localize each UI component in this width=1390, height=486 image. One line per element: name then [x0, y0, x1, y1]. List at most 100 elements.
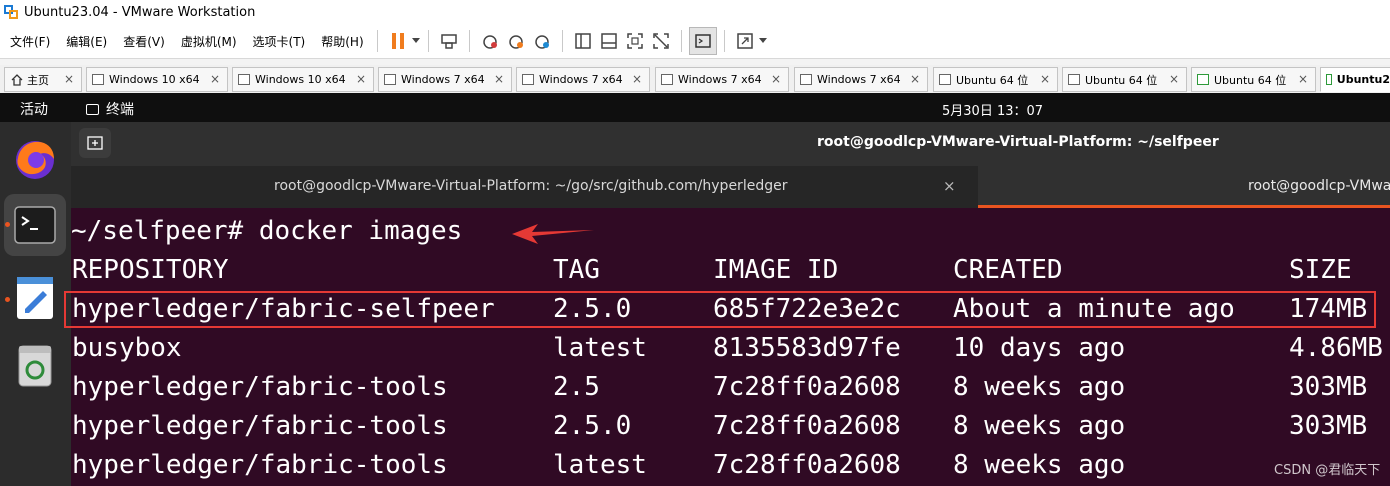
close-icon[interactable]: × — [494, 72, 504, 86]
tab-label: Windows 7 x64 — [678, 73, 762, 86]
stretch-icon[interactable] — [732, 28, 758, 54]
unity-icon[interactable] — [648, 28, 674, 54]
tab-vm[interactable]: Windows 10 x64 × — [86, 67, 228, 92]
text-editor-icon[interactable] — [4, 267, 66, 329]
terminal-icon[interactable] — [4, 194, 66, 256]
row-tag: 2.5.0 — [553, 411, 632, 441]
col-header-tag: TAG — [553, 255, 600, 285]
command-line: ~/selfpeer# docker images — [71, 216, 463, 246]
terminal-tab-label[interactable]: root@goodlcp-VMware-Virtual-Platform: ~/… — [274, 178, 787, 194]
home-icon — [11, 73, 23, 86]
close-icon[interactable]: × — [910, 72, 920, 86]
snapshot-icon[interactable] — [477, 28, 503, 54]
row-size: 303MB — [1289, 411, 1368, 441]
close-icon[interactable]: × — [210, 72, 220, 86]
sidebar-icon[interactable] — [570, 28, 596, 54]
toolbar-separator — [376, 30, 378, 52]
vm-icon — [661, 74, 673, 85]
dropdown-arrow-icon[interactable] — [758, 28, 768, 54]
trash-icon[interactable] — [4, 334, 66, 396]
close-icon[interactable]: × — [771, 72, 781, 86]
vm-icon — [1068, 74, 1080, 85]
dropdown-arrow-icon[interactable] — [411, 28, 421, 54]
annotation-arrow — [512, 224, 594, 244]
vm-icon — [939, 74, 951, 85]
tab-vm[interactable]: Ubuntu 64 位 × — [1062, 67, 1187, 92]
row-tag: latest — [553, 333, 647, 363]
row-tag: latest — [553, 450, 647, 480]
tab-vm[interactable]: Windows 7 x64 × — [655, 67, 789, 92]
row-image-id: 8135583d97fe — [713, 333, 901, 363]
app-name: 终端 — [106, 102, 134, 118]
row-image-id: 7c28ff0a2608 — [713, 372, 901, 402]
terminal-tab-active[interactable]: root@goodlcp-VMware-Virtual-Platform: ~/… — [978, 166, 1390, 208]
close-icon[interactable]: × — [1169, 72, 1179, 86]
firefox-icon[interactable] — [4, 128, 66, 190]
ubuntu-top-panel: 活动 终端 5月30日 13：07 — [0, 93, 1390, 122]
close-icon[interactable]: × — [1040, 72, 1050, 86]
manage-snapshots-icon[interactable] — [529, 28, 555, 54]
vmware-logo-icon — [4, 5, 18, 19]
tab-label: Ubuntu 64 位 — [1085, 73, 1158, 87]
vm-icon — [522, 74, 534, 85]
vm-running-icon — [1326, 74, 1332, 85]
tab-label: Ubuntu2 — [1336, 73, 1390, 86]
tab-label: Windows 7 x64 — [539, 73, 623, 86]
tab-vm[interactable]: Windows 10 x64 × — [232, 67, 374, 92]
menu-tabs[interactable]: 选项卡(T) — [247, 33, 312, 50]
close-icon[interactable]: × — [1298, 72, 1308, 86]
row-repository: hyperledger/fabric-tools — [72, 411, 448, 441]
vm-icon — [800, 74, 812, 85]
menu-view[interactable]: 查看(V) — [117, 33, 171, 50]
row-created: 8 weeks ago — [953, 450, 1126, 480]
tab-label: Windows 10 x64 — [109, 73, 200, 86]
menu-help[interactable]: 帮助(H) — [315, 33, 369, 50]
new-tab-button[interactable] — [79, 128, 111, 158]
pause-icon[interactable] — [385, 28, 411, 54]
row-repository: hyperledger/fabric-tools — [72, 372, 448, 402]
tab-label: Ubuntu 64 位 — [1214, 73, 1287, 87]
menu-edit[interactable]: 编辑(E) — [60, 33, 113, 50]
window-title-bar: Ubuntu23.04 - VMware Workstation — [0, 0, 1390, 24]
revert-snapshot-icon[interactable] — [503, 28, 529, 54]
col-header-created: CREATED — [953, 255, 1063, 285]
vm-icon — [238, 74, 250, 85]
terminal-icon[interactable] — [688, 27, 717, 55]
send-ctrl-alt-del-icon[interactable] — [436, 28, 462, 54]
tab-vm[interactable]: Ubuntu 64 位 × — [1191, 67, 1316, 92]
running-indicator — [5, 297, 10, 302]
clock[interactable]: 5月30日 13：07 — [942, 100, 1043, 119]
vm-tab-bar: 主页 × Windows 10 x64 × Windows 10 x64 × W… — [0, 65, 1390, 93]
tab-label: Windows 10 x64 — [255, 73, 346, 86]
tab-home[interactable]: 主页 × — [4, 67, 82, 92]
tab-vm[interactable]: Windows 7 x64 × — [516, 67, 650, 92]
new-tab-icon — [87, 136, 103, 150]
tab-vm-active[interactable]: Ubuntu2 — [1320, 67, 1390, 92]
terminal-tab-label: root@goodlcp-VMware-Virtual-Platform: ~/… — [1248, 178, 1390, 194]
close-icon[interactable]: × — [943, 177, 956, 195]
vm-icon — [92, 74, 104, 85]
row-image-id: 7c28ff0a2608 — [713, 450, 901, 480]
console-view-icon[interactable] — [596, 28, 622, 54]
fullscreen-icon[interactable] — [622, 28, 648, 54]
col-header-repository: REPOSITORY — [72, 255, 229, 285]
running-indicator — [5, 222, 10, 227]
app-menu[interactable]: 终端 — [86, 99, 134, 119]
menu-vm[interactable]: 虚拟机(M) — [175, 33, 243, 50]
row-created: 10 days ago — [953, 333, 1126, 363]
ubuntu-dock — [0, 122, 71, 486]
menu-file[interactable]: 文件(F) — [4, 33, 56, 50]
tab-vm[interactable]: Ubuntu 64 位 × — [933, 67, 1058, 92]
terminal-window-title: root@goodlcp-VMware-Virtual-Platform: ~/… — [817, 134, 1219, 150]
tab-vm[interactable]: Windows 7 x64 × — [378, 67, 512, 92]
menu-bar: 文件(F) 编辑(E) 查看(V) 虚拟机(M) 选项卡(T) 帮助(H) — [0, 24, 1390, 59]
tab-label: 主页 — [27, 73, 49, 87]
close-icon[interactable]: × — [64, 72, 74, 86]
close-icon[interactable]: × — [356, 72, 366, 86]
tab-vm[interactable]: Windows 7 x64 × — [794, 67, 928, 92]
row-created: 8 weeks ago — [953, 372, 1126, 402]
close-icon[interactable]: × — [632, 72, 642, 86]
vm-icon — [384, 74, 396, 85]
highlight-box — [64, 291, 1376, 328]
activities-button[interactable]: 活动 — [20, 99, 48, 119]
